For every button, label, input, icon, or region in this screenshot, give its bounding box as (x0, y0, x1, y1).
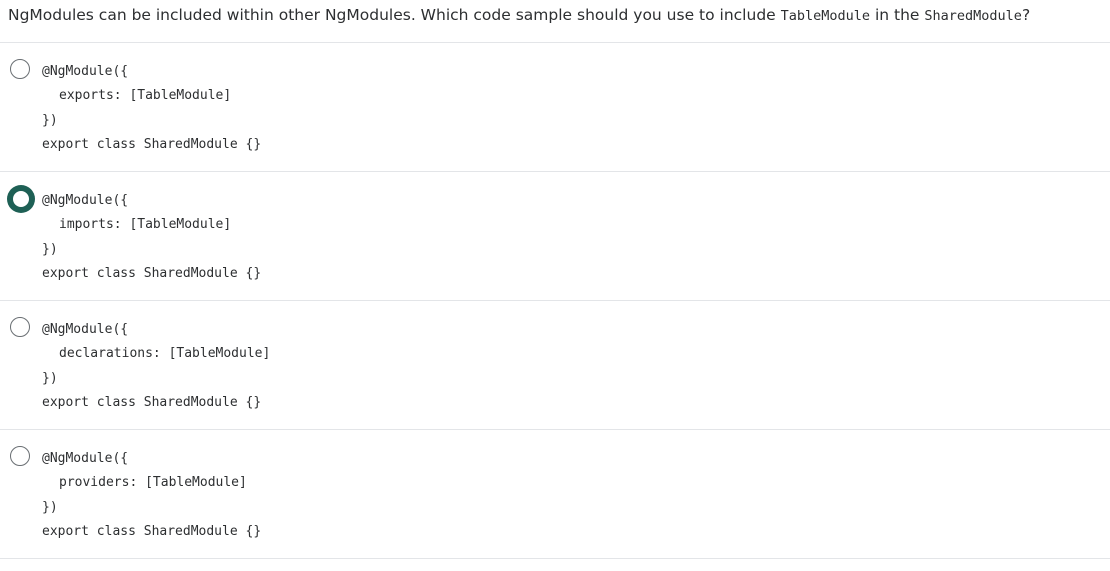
code-line: }) (42, 112, 58, 128)
code-line: exports: [TableModule] (59, 88, 232, 104)
radio-button-a[interactable] (10, 59, 30, 79)
radio-button-d[interactable] (10, 446, 30, 466)
question-prefix: NgModules can be included within other N… (8, 6, 781, 24)
question-code-table-module: TableModule (780, 8, 871, 24)
code-line: @NgModule({ (42, 451, 129, 466)
code-sample-d: @NgModule({ providers: [TableModule]}) exp… (42, 447, 261, 544)
code-line: imports: [TableModule] (59, 217, 232, 233)
code-line: export class SharedModule {} (42, 265, 262, 281)
code-sample-c: @NgModule({ declarations: [TableModule]})… (42, 318, 270, 415)
code-line: @NgModule({ (42, 322, 129, 337)
question-code-shared-module: SharedModule (924, 8, 1022, 24)
code-line: export class SharedModule {} (42, 523, 262, 539)
answer-option-b[interactable]: @NgModule({ imports: [TableModule]}) expor… (0, 172, 1110, 300)
divider (0, 558, 1110, 559)
question-suffix: ? (1021, 6, 1031, 24)
code-line: providers: [TableModule] (59, 475, 247, 491)
question-middle: in the (870, 6, 925, 24)
code-line: declarations: [TableModule] (59, 346, 271, 362)
code-line: @NgModule({ (42, 64, 129, 79)
code-line: export class SharedModule {} (42, 136, 262, 152)
code-sample-a: @NgModule({ exports: [TableModule]}) expor… (42, 60, 261, 157)
code-sample-b: @NgModule({ imports: [TableModule]}) expor… (42, 189, 261, 286)
answer-option-a[interactable]: @NgModule({ exports: [TableModule]}) expor… (0, 43, 1110, 171)
answer-option-d[interactable]: @NgModule({ providers: [TableModule]}) exp… (0, 430, 1110, 558)
code-line: export class SharedModule {} (42, 394, 262, 410)
code-line: }) (42, 241, 58, 257)
radio-button-b-selected[interactable] (7, 185, 35, 213)
code-line: }) (42, 499, 58, 515)
question-text: NgModules can be included within other N… (8, 0, 1108, 30)
code-line: @NgModule({ (42, 193, 129, 208)
radio-button-c[interactable] (10, 317, 30, 337)
answer-option-c[interactable]: @NgModule({ declarations: [TableModule]})… (0, 301, 1110, 429)
code-line: }) (42, 370, 58, 386)
